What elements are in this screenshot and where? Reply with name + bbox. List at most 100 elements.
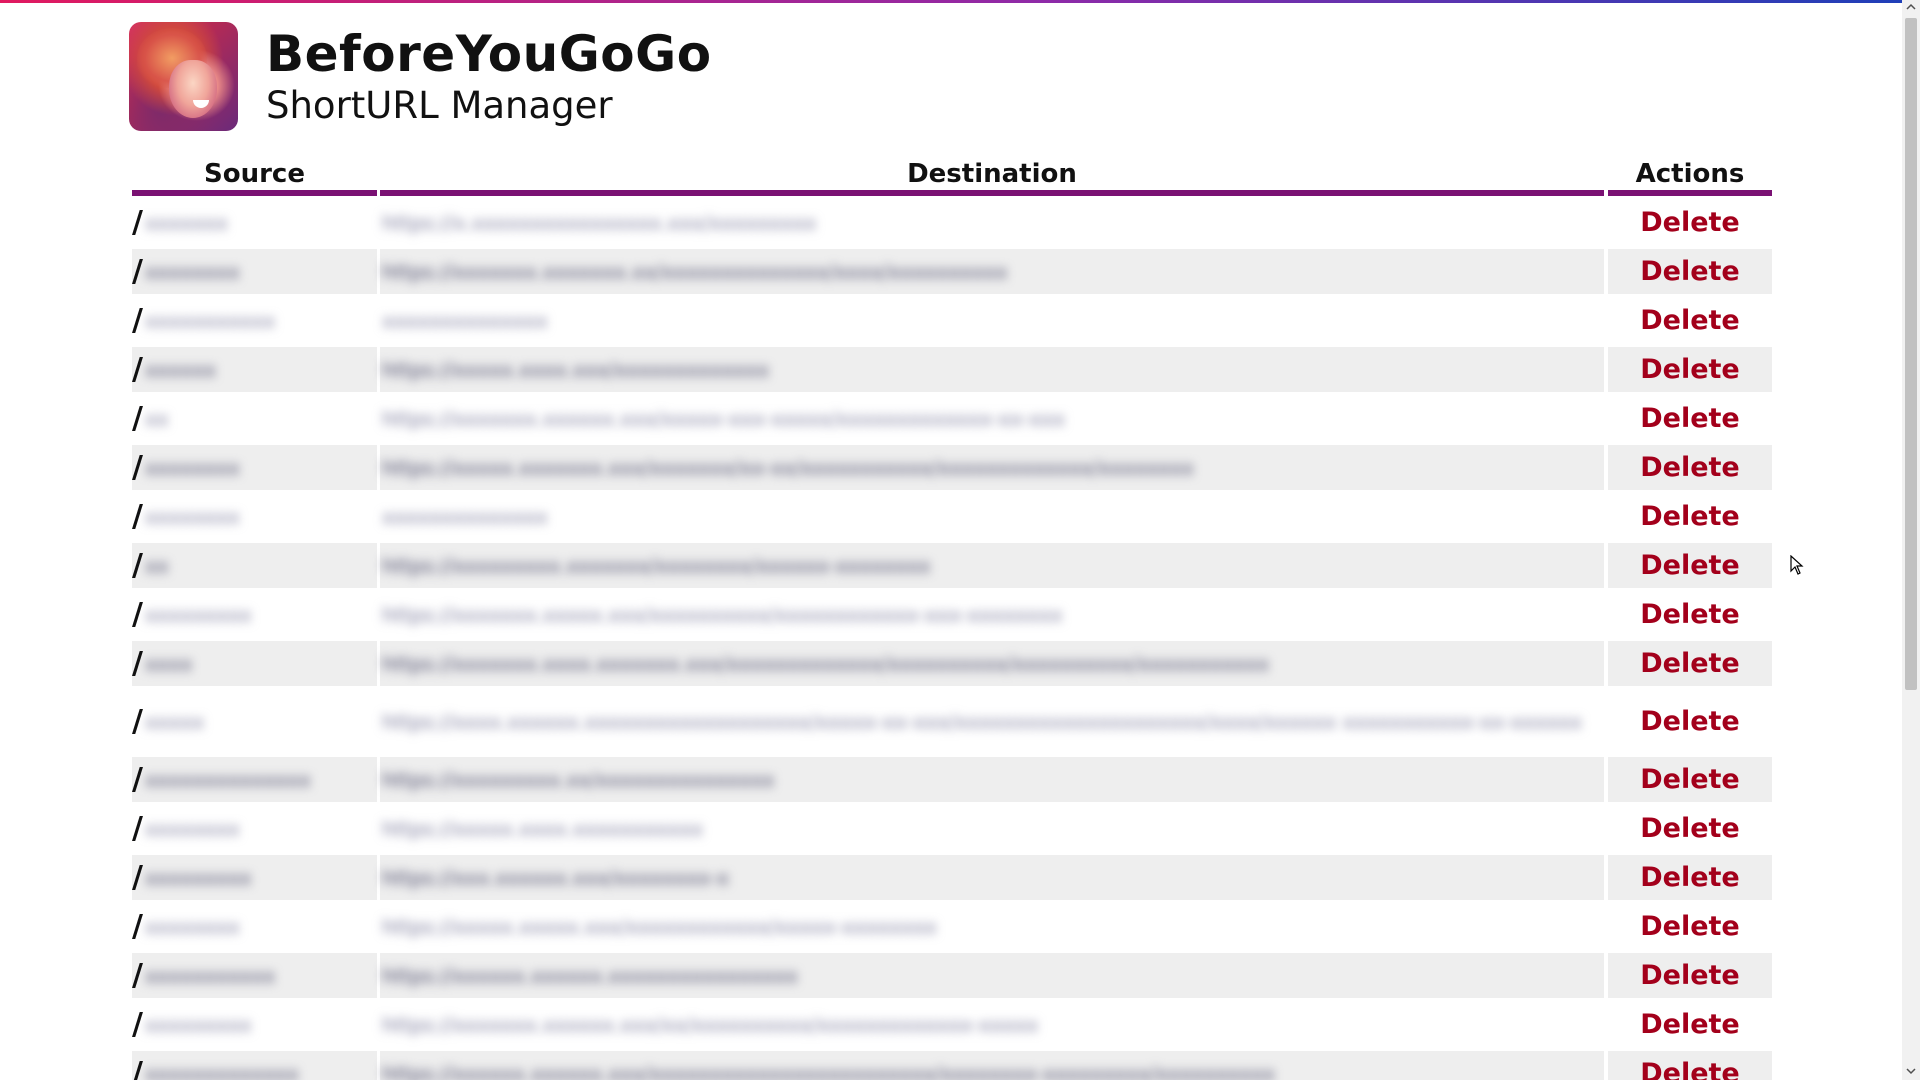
table-row: / xx https://xxxxxxx.xxxxxx.xxx/xxxxx-xxx-… — [132, 396, 1772, 441]
source-path: xxxx — [144, 651, 193, 676]
delete-button[interactable]: Delete — [1640, 501, 1740, 532]
delete-button[interactable]: Delete — [1640, 1058, 1740, 1080]
destination-url: https://xxxxxxx.xxxxx.xxx/xxxxxxxxxx/xxx… — [382, 602, 1063, 627]
delete-button[interactable]: Delete — [1640, 599, 1740, 630]
destination-cell: https://x.xxxxxxxxxxxxxxxx.xxx/xxxxxxxxx — [380, 200, 1604, 245]
destination-cell: https://xxxxxxx.xxxxxx.xxx/xxxxx-xxx-xxx… — [380, 396, 1604, 441]
destination-cell: https://xxxxxx.xxxxxx.xxxxxxxxxxxxxxxx — [380, 953, 1604, 998]
delete-button[interactable]: Delete — [1640, 813, 1740, 844]
vertical-scrollbar[interactable] — [1902, 0, 1920, 1080]
table-row: / xxxxxxxxx https://xxxxxxx.xxxxxx.xxx/xx/… — [132, 1002, 1772, 1047]
destination-cell: https://xxxxx.xxxxxxx.xxx/xxxxxxx/xx-xx/… — [380, 445, 1604, 490]
source-slash: / — [132, 254, 143, 289]
actions-cell: Delete — [1608, 757, 1772, 802]
actions-cell: Delete — [1608, 690, 1772, 753]
source-slash: / — [132, 860, 143, 895]
source-slash: / — [132, 548, 143, 583]
destination-cell: https://xxxxx.xxxx.xxxxxxxxxxx — [380, 806, 1604, 851]
source-slash: / — [132, 499, 143, 534]
destination-cell: https://xxxxxxxxx.xxxxxxx/xxxxxxxx/xxxxx… — [380, 543, 1604, 588]
destination-cell: https://xxxxxxx.xxxxx.xxx/xxxxxxxxxx/xxx… — [380, 592, 1604, 637]
table-row: / xxxxxxxx https://xxxxx.xxxxxxx.xxx/xxxxx… — [132, 445, 1772, 490]
delete-button[interactable]: Delete — [1640, 207, 1740, 238]
source-slash: / — [132, 762, 143, 797]
source-cell: / xxxxxxxx — [132, 445, 377, 490]
table-row: / xxxxxx https://xxxxx.xxxx.xxx/xxxxxxxxxx… — [132, 347, 1772, 392]
app-subtitle: ShortURL Manager — [266, 83, 613, 127]
actions-cell: Delete — [1608, 1051, 1772, 1080]
delete-button[interactable]: Delete — [1640, 862, 1740, 893]
source-slash: / — [132, 205, 143, 240]
actions-cell: Delete — [1608, 298, 1772, 343]
actions-cell: Delete — [1608, 445, 1772, 490]
destination-cell: https://xxx.xxxxxx.xxx/xxxxxxxx-x — [380, 855, 1604, 900]
destination-url: xxxxxxxxxxxxxx — [382, 308, 548, 333]
delete-button[interactable]: Delete — [1640, 648, 1740, 679]
source-slash: / — [132, 909, 143, 944]
actions-cell: Delete — [1608, 806, 1772, 851]
delete-button[interactable]: Delete — [1640, 1009, 1740, 1040]
destination-url: https://xxxxxx.xxxxxx.xxxxxxxxxxxxxxxx — [382, 963, 798, 988]
source-cell: / xxxxxxxx — [132, 249, 377, 294]
source-path: xxxxxx — [144, 357, 216, 382]
delete-button[interactable]: Delete — [1640, 354, 1740, 385]
delete-button[interactable]: Delete — [1640, 256, 1740, 287]
delete-button[interactable]: Delete — [1640, 403, 1740, 434]
source-path: xxxxxxxxx — [144, 865, 252, 890]
source-cell: / xxxxxxxxx — [132, 1002, 377, 1047]
destination-url: https://x.xxxxxxxxxxxxxxxx.xxx/xxxxxxxxx — [382, 210, 817, 235]
source-cell: / xxxxxxxxxxx — [132, 298, 377, 343]
delete-button[interactable]: Delete — [1640, 452, 1740, 483]
chevron-down-icon[interactable] — [1906, 1066, 1916, 1076]
actions-cell: Delete — [1608, 641, 1772, 686]
delete-button[interactable]: Delete — [1640, 764, 1740, 795]
destination-url: https://xxxxxxx.xxxxxx.xxx/xxxxx-xxx-xxx… — [382, 406, 1066, 431]
actions-cell: Delete — [1608, 396, 1772, 441]
logo-face-shape — [169, 60, 217, 118]
app-title: BeforeYouGoGo — [266, 24, 712, 83]
destination-url: https://xxxxxxxxx.xxxxxxx/xxxxxxxx/xxxxx… — [382, 553, 931, 578]
source-cell: / xxxxxxxxxxx — [132, 953, 377, 998]
source-cell: / xxxxxxxx — [132, 904, 377, 949]
source-cell: / xxxxxxxx — [132, 494, 377, 539]
source-cell: / xxxx — [132, 641, 377, 686]
destination-url: https://xxxxx.xxxxxxx.xxx/xxxxxxx/xx-xx/… — [382, 455, 1194, 480]
delete-button[interactable]: Delete — [1640, 550, 1740, 581]
table-row: / xxxxxxxx https://xxxxx.xxxxx.xxx/xxxxxxx… — [132, 904, 1772, 949]
delete-button[interactable]: Delete — [1640, 706, 1740, 737]
source-path: xxxxxxxx — [144, 914, 240, 939]
header-actions: Actions — [1608, 156, 1772, 196]
destination-cell: https://xxxxxxxxx.xx/xxxxxxxxxxxxxxx — [380, 757, 1604, 802]
table-row: / xxxxxxxxxxxxxx https://xxxxxxxxx.xx/xxxx… — [132, 757, 1772, 802]
chevron-up-icon[interactable] — [1906, 2, 1916, 12]
header-destination: Destination — [380, 156, 1604, 196]
actions-cell: Delete — [1608, 347, 1772, 392]
destination-cell: xxxxxxxxxxxxxx — [380, 298, 1604, 343]
delete-button[interactable]: Delete — [1640, 305, 1740, 336]
table-row: / xxxxxxxxxxx xxxxxxxxxxxxxx Delete — [132, 298, 1772, 343]
delete-button[interactable]: Delete — [1640, 911, 1740, 942]
table-row: / xxxxx https://xxxx.xxxxxx.xxxxxxxxxxxxxx… — [132, 690, 1772, 753]
destination-url: https://xxx.xxxxxx.xxx/xxxxxxxx-x — [382, 865, 729, 890]
destination-cell: https://xxxxx.xxxx.xxx/xxxxxxxxxxxxx — [380, 347, 1604, 392]
table-row: / xxxxxxxx xxxxxxxxxxxxxx Delete — [132, 494, 1772, 539]
source-cell: / xxxxxxxxx — [132, 855, 377, 900]
source-path: xxxxxxxxx — [144, 602, 252, 627]
table-row: / xxxxxxxxxxx https://xxxxxx.xxxxxx.xxxxxx… — [132, 953, 1772, 998]
source-path: xxxxxxxxxxx — [144, 308, 276, 333]
scrollbar-thumb[interactable] — [1905, 18, 1917, 690]
table-row: / xxxxxxxxx https://xxx.xxxxxx.xxx/xxxxxxx… — [132, 855, 1772, 900]
source-path: xxxxxxxxxxxxxx — [144, 767, 311, 792]
source-path: xxxxxxxxxxxxx — [144, 1061, 299, 1080]
source-path: xx — [144, 553, 169, 578]
source-cell: / xxxxxxx — [132, 200, 377, 245]
destination-cell: xxxxxxxxxxxxxx — [380, 494, 1604, 539]
source-slash: / — [132, 704, 143, 739]
source-slash: / — [132, 811, 143, 846]
actions-cell: Delete — [1608, 904, 1772, 949]
page: BeforeYouGoGo ShortURL Manager Source De… — [0, 0, 1902, 1080]
destination-url: https://xxxxx.xxxx.xxxxxxxxxxx — [382, 816, 704, 841]
source-slash: / — [132, 597, 143, 632]
delete-button[interactable]: Delete — [1640, 960, 1740, 991]
destination-url: https://xxxxxxx.xxxxxx.xxx/xx/xxxxxxxxxx… — [382, 1012, 1039, 1037]
